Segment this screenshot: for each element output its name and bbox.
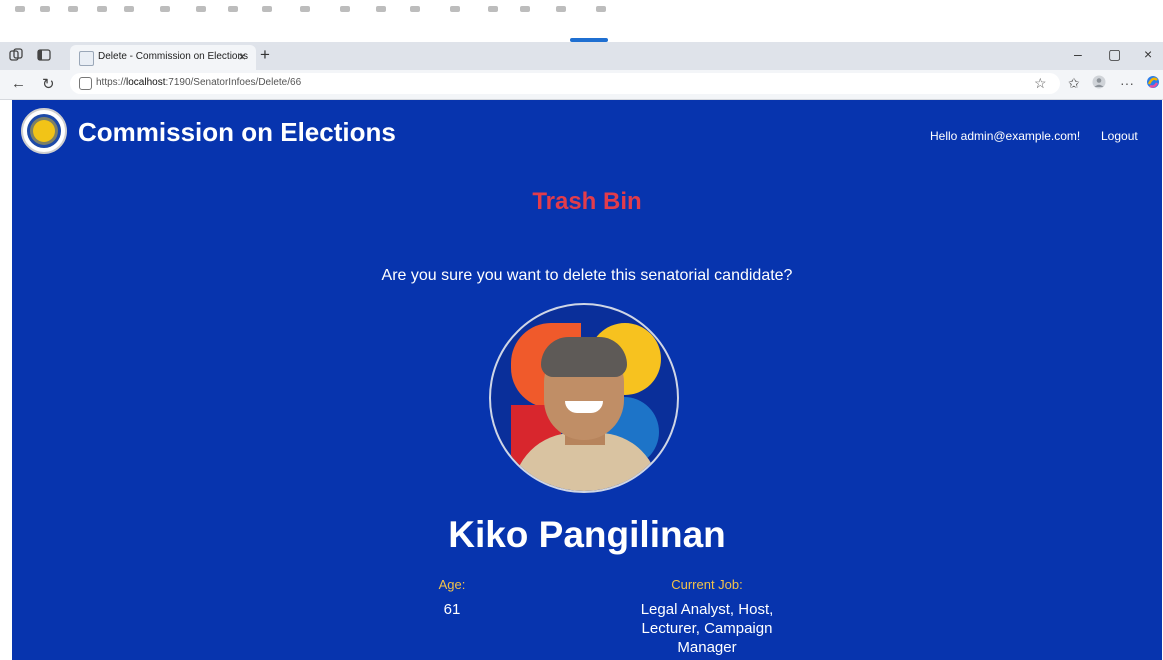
new-tab-button[interactable]: + [260, 45, 270, 65]
more-icon[interactable]: ··· [1120, 75, 1134, 91]
refresh-icon[interactable]: ↻ [42, 75, 55, 93]
tab-favicon-icon [79, 51, 94, 66]
lock-icon [79, 77, 92, 90]
cropped-mark [196, 6, 206, 12]
url-scheme: https:// [96, 77, 127, 88]
cropped-mark [262, 6, 272, 12]
cropped-mark [376, 6, 386, 12]
back-icon[interactable]: ← [11, 75, 26, 92]
cropped-mark [596, 6, 606, 12]
cropped-mark [556, 6, 566, 12]
address-url: https://localhost:7190/SenatorInfoes/Del… [96, 77, 301, 88]
tab-actions-icon[interactable] [36, 48, 52, 64]
cropped-mark [160, 6, 170, 12]
cropped-mark [68, 6, 78, 12]
cropped-mark [410, 6, 420, 12]
restore-button[interactable]: ▢ [1108, 46, 1121, 63]
browser-address-row: ← ↻ https://localhost:7190/SenatorInfoes… [0, 70, 1163, 100]
candidate-smile [565, 401, 603, 413]
candidate-hair [541, 337, 627, 377]
brand-title[interactable]: Commission on Elections [78, 117, 396, 148]
cropped-mark [488, 6, 498, 12]
url-path: :7190/SenatorInfoes/Delete/66 [165, 77, 302, 88]
cropped-mark [520, 6, 530, 12]
tab-close-icon[interactable]: × [238, 49, 246, 64]
job-value-line: Legal Analyst, Host, [640, 601, 774, 618]
comelec-seal-logo[interactable] [21, 108, 67, 154]
cropped-mark [228, 6, 238, 12]
address-bar[interactable]: https://localhost:7190/SenatorInfoes/Del… [70, 73, 1060, 94]
logout-link[interactable]: Logout [1101, 129, 1138, 143]
cropped-mark [124, 6, 134, 12]
favorite-star-icon[interactable]: ☆ [1034, 75, 1047, 92]
window-close-button[interactable]: × [1144, 46, 1152, 62]
cropped-mark [40, 6, 50, 12]
cropped-top-strip [0, 0, 1163, 42]
candidate-name: Kiko Pangilinan [448, 514, 726, 555]
seal-sun [33, 120, 55, 142]
age-label: Age: [438, 577, 466, 592]
user-greeting[interactable]: Hello admin@example.com! [930, 129, 1080, 143]
collections-icon[interactable] [8, 48, 24, 64]
cropped-mark [15, 6, 25, 12]
candidate-photo [489, 303, 679, 493]
page-title: Trash Bin [532, 188, 642, 215]
profile-icon[interactable] [1092, 75, 1106, 92]
cropped-mark [97, 6, 107, 12]
age-value: 61 [443, 601, 461, 618]
minimize-button[interactable]: – [1074, 46, 1082, 62]
delete-confirmation-question: Are you sure you want to delete this sen… [381, 267, 793, 284]
cropped-mark [300, 6, 310, 12]
job-value-line: Lecturer, Campaign [641, 620, 773, 637]
job-value-line: Manager [677, 639, 737, 656]
favorites-icon[interactable]: ✩ [1068, 75, 1080, 92]
cropped-mark [340, 6, 350, 12]
cropped-mark [450, 6, 460, 12]
browser-tab-bar: Delete - Commission on Elections × + – ▢… [0, 42, 1163, 70]
job-label: Current Job: [671, 577, 743, 592]
job-value: Legal Analyst, Host, Lecturer, Campaign … [612, 600, 802, 657]
browser-tab[interactable]: Delete - Commission on Elections × [70, 45, 256, 70]
app-page: Commission on Elections Hello admin@exam… [12, 100, 1162, 660]
copilot-icon[interactable] [1146, 75, 1160, 92]
tab-title: Delete - Commission on Elections [98, 51, 249, 62]
url-host: localhost [126, 77, 166, 88]
